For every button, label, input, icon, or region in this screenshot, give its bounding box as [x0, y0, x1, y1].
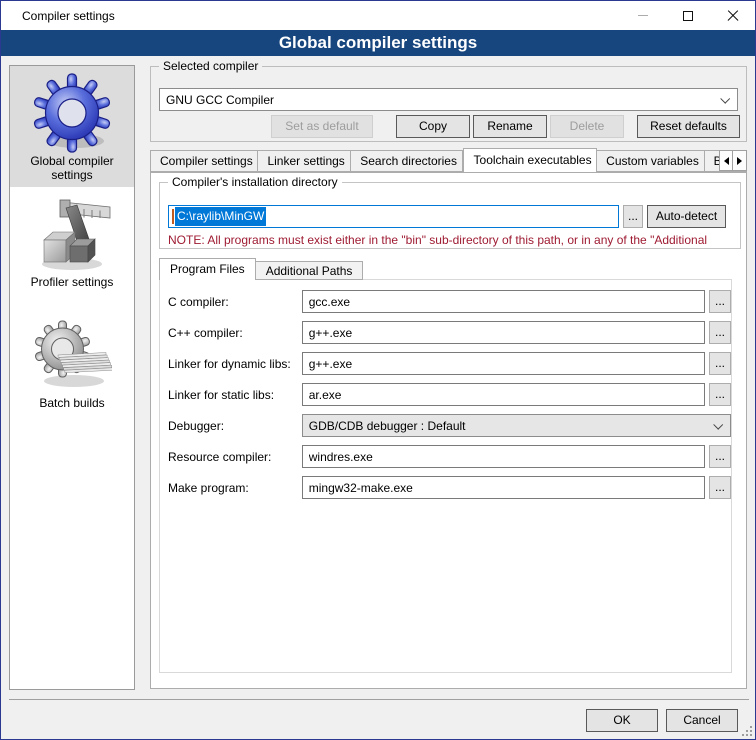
field-row-linker-dynamic: Linker for dynamic libs: ... — [168, 352, 731, 375]
paths-subtabs: Program Files Additional Paths — [159, 258, 363, 280]
close-button[interactable] — [710, 1, 755, 30]
delete-button: Delete — [550, 115, 624, 138]
field-label: Linker for dynamic libs: — [168, 357, 302, 371]
field-label: Debugger: — [168, 419, 302, 433]
group-label: Compiler's installation directory — [168, 175, 342, 189]
maximize-button[interactable] — [665, 1, 710, 30]
resource-compiler-input[interactable] — [302, 445, 705, 468]
field-label: C compiler: — [168, 295, 302, 309]
settings-sidebar: Global compiler settings — [9, 65, 135, 690]
tab-linker-settings[interactable]: Linker settings — [258, 150, 351, 172]
installation-directory-group: Compiler's installation directory C:\ray… — [159, 182, 741, 249]
auto-detect-button[interactable]: Auto-detect — [647, 205, 726, 228]
triangle-left-icon — [724, 157, 729, 165]
sidebar-item-label: Batch builds — [10, 396, 134, 410]
field-label: C++ compiler: — [168, 326, 302, 340]
gray-gear-stack-icon — [32, 315, 112, 395]
debugger-select-value: GDB/CDB debugger : Default — [309, 419, 466, 433]
linker-static-input[interactable] — [302, 383, 705, 406]
field-row-linker-static: Linker for static libs: ... — [168, 383, 731, 406]
resource-compiler-browse-button[interactable]: ... — [709, 445, 731, 468]
footer-divider — [9, 699, 749, 700]
sidebar-item-label: Profiler settings — [10, 275, 134, 289]
selected-text: C:\raylib\MinGW — [175, 207, 266, 226]
field-label: Linker for static libs: — [168, 388, 302, 402]
close-icon — [727, 10, 739, 22]
sidebar-item-batch-builds[interactable]: Batch builds — [10, 308, 134, 429]
field-row-debugger: Debugger: GDB/CDB debugger : Default — [168, 414, 731, 437]
field-label: Resource compiler: — [168, 450, 302, 464]
caliper-icon — [32, 194, 112, 274]
sidebar-item-profiler-settings[interactable]: Profiler settings — [10, 187, 134, 308]
reset-defaults-button[interactable]: Reset defaults — [637, 115, 740, 138]
field-row-c-compiler: C compiler: ... — [168, 290, 731, 313]
cancel-button[interactable]: Cancel — [666, 709, 738, 732]
selected-compiler-group: Selected compiler GNU GCC Compiler Set a… — [150, 66, 747, 142]
field-row-cpp-compiler: C++ compiler: ... — [168, 321, 731, 344]
make-program-browse-button[interactable]: ... — [709, 476, 731, 499]
installation-directory-input[interactable]: C:\raylib\MinGW — [168, 205, 619, 228]
tab-search-directories[interactable]: Search directories — [351, 150, 462, 172]
tab-custom-variables[interactable]: Custom variables — [597, 150, 704, 172]
compiler-settings-window: Compiler settings Global compiler settin… — [0, 0, 756, 740]
cpp-compiler-input[interactable] — [302, 321, 705, 344]
caption-buttons — [620, 1, 755, 30]
toolchain-executables-panel: Compiler's installation directory C:\ray… — [150, 172, 747, 689]
rename-button[interactable]: Rename — [473, 115, 547, 138]
linker-static-browse-button[interactable]: ... — [709, 383, 731, 406]
group-label: Selected compiler — [159, 59, 262, 73]
settings-tabs: Compiler settings Linker settings Search… — [150, 148, 747, 172]
linker-dynamic-browse-button[interactable]: ... — [709, 352, 731, 375]
tab-scroll-right-button[interactable] — [733, 150, 747, 171]
tab-scroll-left-button[interactable] — [719, 150, 733, 171]
cpp-compiler-browse-button[interactable]: ... — [709, 321, 731, 344]
tab-toolchain-executables[interactable]: Toolchain executables — [463, 148, 598, 172]
minimize-button — [620, 1, 665, 30]
program-files-panel: C compiler: ... C++ compiler: ... Linker… — [159, 279, 732, 673]
linker-dynamic-input[interactable] — [302, 352, 705, 375]
chevron-down-icon — [713, 420, 723, 430]
subtab-additional-paths[interactable]: Additional Paths — [256, 261, 364, 280]
field-row-resource-compiler: Resource compiler: ... — [168, 445, 731, 468]
tab-scroll-buttons — [719, 150, 747, 171]
text-caret — [172, 209, 174, 224]
set-as-default-button: Set as default — [271, 115, 373, 138]
window-title: Compiler settings — [22, 9, 115, 23]
compiler-select[interactable]: GNU GCC Compiler — [159, 88, 738, 111]
page-title: Global compiler settings — [1, 30, 755, 56]
debugger-select[interactable]: GDB/CDB debugger : Default — [302, 414, 731, 437]
minimize-icon — [638, 15, 648, 16]
maximize-icon — [683, 11, 693, 21]
triangle-right-icon — [737, 157, 742, 165]
field-row-make-program: Make program: ... — [168, 476, 731, 499]
sidebar-item-label: Global compiler settings — [10, 154, 134, 183]
compiler-select-value: GNU GCC Compiler — [166, 93, 274, 107]
compiler-buttons-row: Set as default Copy Rename Delete Reset … — [159, 115, 740, 138]
resize-grip[interactable] — [740, 724, 752, 736]
sidebar-item-global-compiler-settings[interactable]: Global compiler settings — [10, 66, 134, 187]
titlebar[interactable]: Compiler settings — [1, 1, 755, 30]
tab-compiler-settings[interactable]: Compiler settings — [150, 150, 258, 172]
ok-button[interactable]: OK — [586, 709, 658, 732]
make-program-input[interactable] — [302, 476, 705, 499]
chevron-down-icon — [720, 94, 730, 104]
subtab-program-files[interactable]: Program Files — [159, 258, 256, 280]
field-label: Make program: — [168, 481, 302, 495]
bin-subdirectory-note: NOTE: All programs must exist either in … — [168, 233, 740, 247]
c-compiler-input[interactable] — [302, 290, 705, 313]
installation-directory-browse-button[interactable]: ... — [623, 205, 643, 228]
c-compiler-browse-button[interactable]: ... — [709, 290, 731, 313]
copy-button[interactable]: Copy — [396, 115, 470, 138]
blue-gear-icon — [32, 73, 112, 153]
